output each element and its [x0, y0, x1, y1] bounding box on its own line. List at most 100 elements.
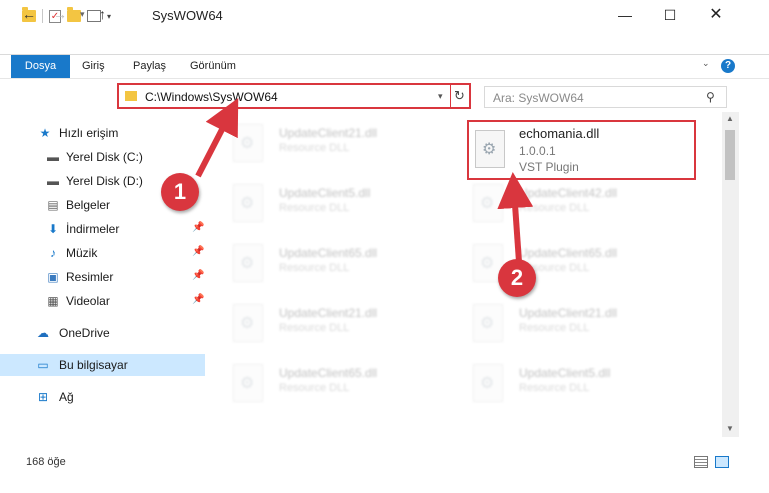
tab-home[interactable]: Giriş	[82, 54, 105, 78]
sidebar-item-label: Resimler	[66, 270, 114, 284]
file-list: UpdateClient21.dll Resource DLL echomani…	[211, 112, 723, 438]
file-item[interactable]: UpdateClient5.dll Resource DLL	[233, 180, 443, 226]
sidebar-item-downloads[interactable]: ⬇ İndirmeler 📌	[0, 218, 205, 240]
file-type: Resource DLL	[279, 262, 350, 274]
chevron-down-icon[interactable]: ▾	[107, 12, 111, 21]
sidebar-item-onedrive[interactable]: ☁ OneDrive	[0, 322, 205, 344]
file-name: UpdateClient65.dll	[519, 246, 618, 260]
pin-icon[interactable]: 📌	[192, 246, 204, 257]
navigation-pane: ★ Hızlı erişim ▬ Yerel Disk (C:) ▬ Yerel…	[0, 118, 205, 436]
dll-file-icon	[473, 184, 503, 222]
vertical-scrollbar[interactable]: ▲ ▼	[722, 112, 739, 437]
file-item[interactable]: UpdateClient21.dll Resource DLL	[233, 120, 443, 166]
sidebar-item-pictures[interactable]: ▣ Resimler 📌	[0, 266, 205, 288]
dll-file-icon	[473, 304, 503, 342]
search-input[interactable]: Ara: SysWOW64 ⚲	[484, 86, 727, 108]
back-arrow-icon[interactable]: ←	[22, 6, 36, 22]
scrollbar-thumb[interactable]	[725, 130, 735, 180]
computer-icon: ▭	[37, 358, 49, 372]
cloud-icon: ☁	[37, 326, 49, 340]
sidebar-item-music[interactable]: ♪ Müzik 📌	[0, 242, 205, 264]
sidebar-item-label: Hızlı erişim	[59, 126, 119, 140]
up-arrow-icon[interactable]: ↑	[99, 6, 106, 22]
drive-icon: ▬	[47, 174, 59, 188]
sidebar-item-label: Müzik	[66, 246, 98, 260]
details-view-icon[interactable]	[694, 456, 708, 468]
callout-badge-1: 1	[161, 173, 199, 211]
sidebar-item-network[interactable]: ⊞ Ağ	[0, 386, 205, 408]
file-type: Resource DLL	[519, 202, 590, 214]
sidebar-item-this-pc[interactable]: ▭ Bu bilgisayar	[0, 354, 205, 376]
address-path[interactable]: C:\Windows\SysWOW64	[145, 90, 278, 104]
sidebar-item-label: OneDrive	[59, 326, 110, 340]
file-item[interactable]: UpdateClient65.dll Resource DLL	[233, 240, 443, 286]
file-name: UpdateClient21.dll	[279, 306, 378, 320]
pin-icon[interactable]: 📌	[192, 222, 204, 233]
sidebar-item-label: Ağ	[59, 390, 74, 404]
tab-view[interactable]: Görünüm	[190, 54, 236, 78]
file-item[interactable]: UpdateClient5.dll Resource DLL	[473, 360, 683, 406]
window-title: SysWOW64	[152, 8, 223, 23]
file-type: Resource DLL	[279, 382, 350, 394]
sidebar-item-label: Bu bilgisayar	[59, 358, 128, 372]
star-icon: ★	[39, 126, 51, 140]
pin-icon[interactable]: 📌	[192, 270, 204, 281]
file-type: Resource DLL	[519, 382, 590, 394]
title-bar: ✓ ▾ SysWOW64 — ☐ ✕	[0, 0, 769, 30]
pin-icon[interactable]: 📌	[192, 294, 204, 305]
refresh-icon[interactable]: ↻	[454, 88, 465, 104]
scroll-down-icon[interactable]: ▼	[726, 424, 734, 433]
dll-file-icon	[233, 244, 263, 282]
dll-file-icon	[475, 130, 505, 168]
tab-share[interactable]: Paylaş	[133, 54, 166, 78]
music-icon: ♪	[50, 246, 56, 260]
dll-file-icon	[233, 184, 263, 222]
chevron-down-icon[interactable]: ▾	[438, 91, 443, 102]
expand-ribbon-icon[interactable]: ⌄	[702, 58, 710, 69]
file-type: Resource DLL	[279, 322, 350, 334]
file-item[interactable]: UpdateClient65.dll Resource DLL	[233, 360, 443, 406]
dll-file-icon	[233, 364, 263, 402]
divider	[450, 85, 451, 107]
file-item[interactable]: UpdateClient21.dll Resource DLL	[233, 300, 443, 346]
sidebar-item-videos[interactable]: ▦ Videolar 📌	[0, 290, 205, 312]
help-icon[interactable]: ?	[721, 59, 735, 73]
drive-icon: ▬	[47, 150, 59, 164]
sidebar-item-label: Yerel Disk (D:)	[66, 174, 143, 188]
status-bar: 168 öğe	[0, 452, 769, 474]
file-type: Resource DLL	[279, 142, 350, 154]
sidebar-item-label: Yerel Disk (C:)	[66, 150, 143, 164]
new-folder-icon[interactable]	[67, 7, 81, 22]
scroll-up-icon[interactable]: ▲	[726, 114, 734, 123]
network-icon: ⊞	[37, 390, 49, 404]
forward-arrow-icon[interactable]: →	[53, 6, 67, 22]
tab-file[interactable]: Dosya	[11, 55, 70, 78]
folder-icon	[125, 91, 137, 101]
tiles-view-icon[interactable]	[715, 456, 729, 468]
ribbon-divider	[0, 54, 769, 55]
recent-locations-chevron-icon[interactable]: ▾	[80, 9, 85, 20]
address-bar[interactable]: C:\Windows\SysWOW64 ▾ ↻	[117, 83, 471, 109]
minimize-button[interactable]: —	[602, 0, 648, 30]
search-icon[interactable]: ⚲	[706, 90, 715, 104]
file-name: UpdateClient42.dll	[519, 186, 618, 200]
callout-badge-2: 2	[498, 259, 536, 297]
file-name: UpdateClient21.dll	[279, 126, 378, 140]
search-placeholder: Ara: SysWOW64	[493, 91, 584, 105]
documents-icon: ▤	[47, 198, 59, 212]
file-name: UpdateClient65.dll	[279, 366, 378, 380]
file-description: VST Plugin	[519, 160, 579, 174]
file-item[interactable]: UpdateClient21.dll Resource DLL	[473, 300, 683, 346]
item-count: 168 öğe	[26, 456, 66, 468]
file-item[interactable]: UpdateClient42.dll Resource DLL	[473, 180, 683, 226]
download-icon: ⬇	[47, 222, 59, 236]
file-item-echomania[interactable]: echomania.dll 1.0.0.1 VST Plugin	[467, 120, 696, 180]
dll-file-icon	[233, 304, 263, 342]
file-type: Resource DLL	[279, 202, 350, 214]
maximize-button[interactable]: ☐	[647, 0, 693, 30]
sidebar-item-disk-c[interactable]: ▬ Yerel Disk (C:)	[0, 146, 205, 168]
file-name: UpdateClient65.dll	[279, 246, 378, 260]
close-button[interactable]: ✕	[693, 0, 739, 30]
pictures-icon: ▣	[47, 270, 59, 284]
sidebar-item-quick-access[interactable]: ★ Hızlı erişim	[0, 122, 205, 144]
